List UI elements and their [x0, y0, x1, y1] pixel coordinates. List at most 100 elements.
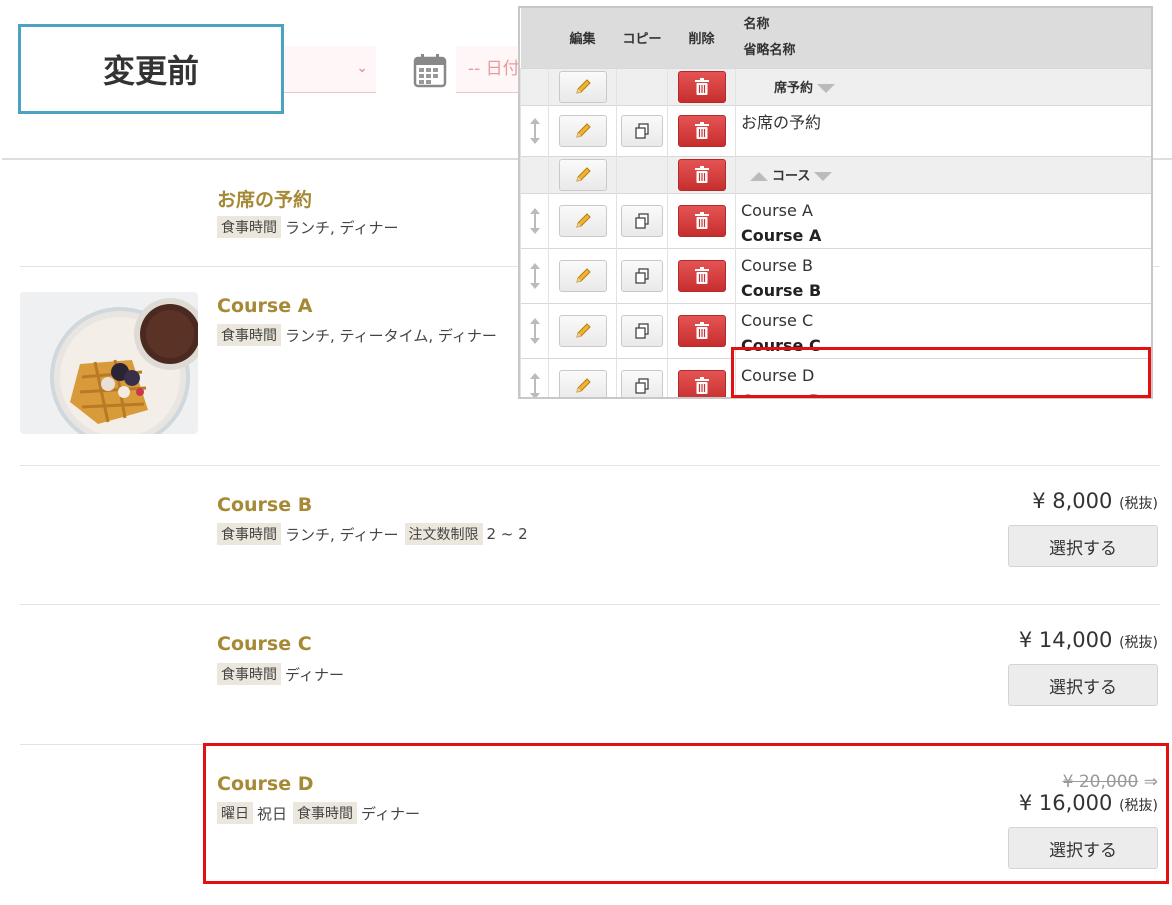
header-copy: コピー: [616, 8, 668, 68]
group-row: コース: [520, 155, 1151, 193]
edit-button[interactable]: [558, 369, 607, 397]
item-name: Course C: [741, 310, 814, 330]
edit-button[interactable]: [558, 204, 607, 237]
select-course-button[interactable]: 選択する: [1008, 664, 1158, 706]
copy-button[interactable]: [621, 114, 663, 147]
meal-time-value: ランチ, ディナー: [285, 218, 399, 237]
pencil-icon: [575, 212, 591, 228]
course-meta: 食事時間 ディナー: [217, 663, 350, 685]
copy-icon: [635, 212, 649, 229]
course-title[interactable]: Course B: [217, 494, 312, 516]
group-name: コース: [772, 169, 811, 184]
item-short-name: Course A: [741, 225, 822, 245]
header-name-label: 名称: [743, 16, 770, 32]
item-name-cell: Course B Course B: [735, 247, 1151, 303]
tax-note: (税抜): [1119, 496, 1158, 512]
delete-button[interactable]: [677, 204, 726, 237]
delete-button[interactable]: [677, 259, 726, 292]
table-row: Course A Course A: [520, 192, 1151, 248]
header-name: 名称 省略名称: [735, 8, 1151, 68]
item-short-name: Course B: [741, 280, 822, 300]
before-change-label: 変更前: [18, 24, 284, 114]
edit-button[interactable]: [558, 70, 607, 103]
highlight-box: [731, 347, 1151, 398]
drag-handle-icon[interactable]: [520, 192, 549, 248]
trash-icon: [694, 376, 709, 394]
header-short-name-label: 省略名称: [743, 42, 796, 58]
drag-handle-icon[interactable]: [520, 302, 549, 358]
trash-icon: [694, 321, 709, 339]
copy-icon: [635, 267, 649, 284]
copy-button[interactable]: [621, 259, 663, 292]
course-title[interactable]: お席の予約: [217, 185, 312, 212]
edit-button[interactable]: [558, 259, 607, 292]
edit-button[interactable]: [558, 314, 607, 347]
move-down-icon[interactable]: [817, 84, 836, 93]
table-row: お席の予約: [520, 104, 1151, 156]
pencil-icon: [575, 267, 591, 283]
divider: [20, 604, 1160, 605]
delete-button[interactable]: [677, 70, 726, 103]
price-amount: ¥ 8,000: [1032, 489, 1113, 513]
trash-icon: [694, 77, 709, 95]
pencil-icon: [575, 377, 591, 393]
table-header: 編集 コピー 削除 名称 省略名称: [520, 8, 1151, 68]
meal-time-tag: 食事時間: [217, 523, 281, 545]
copy-button[interactable]: [621, 204, 663, 237]
item-name-cell: Course A Course A: [735, 192, 1151, 248]
delete-button[interactable]: [677, 114, 726, 147]
meal-time-value: ランチ, ティータイム, ディナー: [285, 326, 497, 345]
order-limit-value: 2 ~ 2: [486, 525, 528, 543]
trash-icon: [694, 121, 709, 139]
pencil-icon: [575, 122, 591, 138]
admin-course-table: 編集 コピー 削除 名称 省略名称 席予約 お席の予約 コース Course A…: [518, 6, 1153, 399]
delete-button[interactable]: [677, 369, 726, 397]
course-title[interactable]: Course C: [217, 633, 312, 655]
group-label: コース: [735, 155, 1151, 193]
course-meta: 食事時間 ランチ, ティータイム, ディナー: [217, 324, 503, 346]
calendar-icon[interactable]: [412, 52, 448, 88]
header-delete: 削除: [667, 8, 736, 68]
move-up-icon[interactable]: [750, 172, 768, 181]
chevron-down-icon: ⌄: [356, 60, 368, 76]
drag-handle-icon[interactable]: [520, 247, 549, 303]
delete-button[interactable]: [677, 158, 726, 191]
delete-button[interactable]: [677, 314, 726, 347]
course-meta: 食事時間 ランチ, ディナー 注文数制限 2 ~ 2: [217, 523, 534, 545]
drag-handle-icon[interactable]: [520, 357, 549, 397]
course-price: ¥ 14,000 (税抜): [1019, 628, 1158, 652]
category-select[interactable]: ⌄: [282, 46, 376, 93]
edit-button[interactable]: [558, 114, 607, 147]
group-label: 席予約: [735, 67, 1151, 105]
trash-icon: [694, 165, 709, 183]
copy-button[interactable]: [621, 369, 663, 397]
item-name-cell: お席の予約: [735, 104, 1151, 156]
drag-handle-icon[interactable]: [520, 104, 549, 156]
pencil-icon: [575, 78, 591, 94]
header-edit: 編集: [548, 8, 617, 68]
copy-icon: [635, 377, 649, 394]
pencil-icon: [575, 322, 591, 338]
order-limit-tag: 注文数制限: [404, 523, 483, 545]
select-course-button[interactable]: 選択する: [1008, 525, 1158, 567]
course-title[interactable]: Course A: [217, 295, 312, 317]
edit-button[interactable]: [558, 158, 607, 191]
group-name: 席予約: [774, 81, 814, 96]
course-price: ¥ 8,000 (税抜): [1032, 489, 1158, 513]
course-a-image[interactable]: [20, 292, 198, 434]
trash-icon: [694, 211, 709, 229]
item-name: Course A: [741, 200, 813, 220]
move-down-icon[interactable]: [814, 172, 833, 181]
divider: [20, 465, 1160, 466]
waffle-photo-icon: [20, 292, 198, 434]
meal-time-tag: 食事時間: [217, 216, 281, 238]
header-drag: [520, 8, 549, 68]
copy-button[interactable]: [621, 314, 663, 347]
copy-icon: [635, 322, 649, 339]
trash-icon: [694, 266, 709, 284]
meal-time-tag: 食事時間: [217, 663, 281, 685]
meal-time-value: ディナー: [285, 665, 344, 684]
table-row: Course B Course B: [520, 247, 1151, 303]
tax-note: (税抜): [1119, 635, 1158, 651]
copy-icon: [635, 122, 649, 139]
